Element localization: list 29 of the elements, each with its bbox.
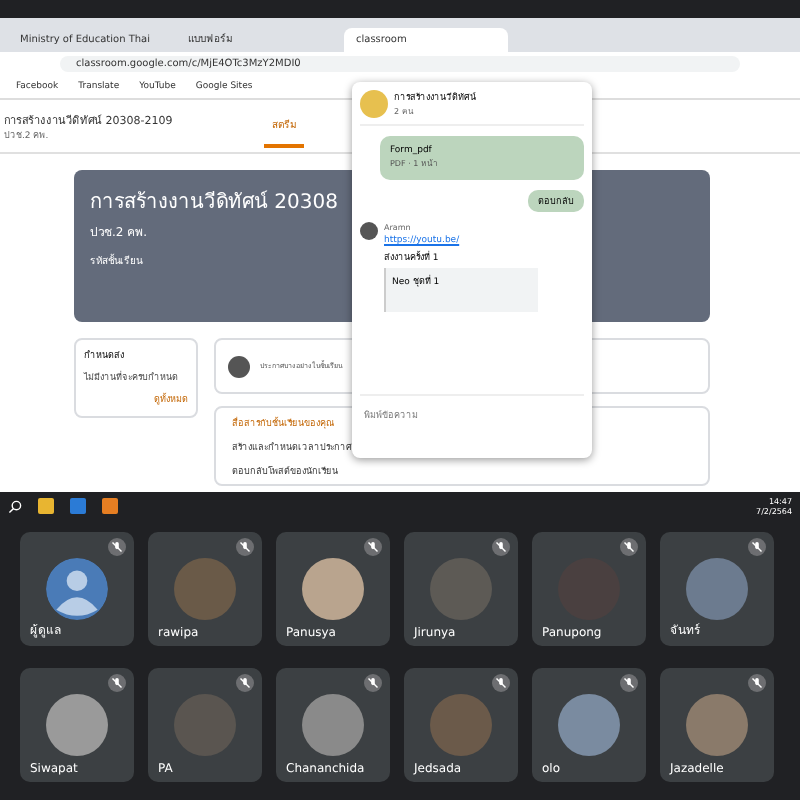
- avatar-photo: [174, 558, 236, 620]
- mic-off-icon: [364, 538, 382, 556]
- mic-off-icon: [492, 538, 510, 556]
- avatar-photo: [430, 694, 492, 756]
- mic-off-icon: [620, 674, 638, 692]
- avatar-photo: [686, 694, 748, 756]
- avatar-photo: [430, 558, 492, 620]
- mic-off-icon: [236, 538, 254, 556]
- mic-off-icon: [236, 674, 254, 692]
- mic-off-icon: [748, 674, 766, 692]
- group-avatar: [360, 90, 388, 118]
- avatar-photo: [686, 558, 748, 620]
- search-icon[interactable]: [8, 499, 22, 513]
- mic-off-icon: [108, 674, 126, 692]
- avatar-photo: [174, 694, 236, 756]
- avatar-photo: [302, 558, 364, 620]
- avatar-photo: [558, 694, 620, 756]
- avatar-photo: [46, 694, 108, 756]
- avatar-photo: [302, 694, 364, 756]
- mic-off-icon: [108, 538, 126, 556]
- default-avatar-icon: [46, 558, 108, 620]
- mic-off-icon: [364, 674, 382, 692]
- sender-avatar: [360, 222, 378, 240]
- mic-off-icon: [748, 538, 766, 556]
- folder-icon[interactable]: [38, 498, 54, 514]
- avatar-icon: [228, 355, 250, 377]
- mic-off-icon: [620, 538, 638, 556]
- banner-title: การสร้างงานวีดิทัศน์ 20308: [90, 188, 338, 216]
- mic-off-icon: [492, 674, 510, 692]
